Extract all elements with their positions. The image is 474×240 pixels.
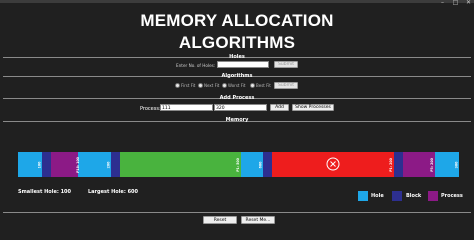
process-size-input[interactable]: 320 (214, 104, 267, 111)
radio-next-fit-label: Next Fit (204, 83, 220, 88)
show-processes-button[interactable]: Show Processes (292, 104, 334, 111)
add-process-button[interactable]: Add (270, 104, 289, 111)
radio-best-fit-label: Best Fit (256, 83, 271, 88)
radio-best-fit[interactable] (250, 83, 255, 88)
memory-process (51, 152, 78, 177)
window-titlebar (0, 0, 474, 3)
close-window-icon[interactable]: ✕ (464, 0, 473, 6)
memory-label: 300 (454, 161, 458, 168)
legend-hole-swatch (358, 191, 368, 201)
smallest-hole-stat: Smallest Hole: 100 (18, 189, 72, 195)
footer-separator (3, 212, 471, 213)
holes-count-input[interactable] (217, 61, 269, 68)
memory-label: P18: 100 (76, 156, 80, 173)
radio-first-fit[interactable] (175, 83, 180, 88)
holes-section-title: Holes (229, 54, 245, 60)
memory-block (263, 152, 272, 177)
holes-prompt: Enter No. of Holes: (176, 63, 216, 68)
memory-block (42, 152, 51, 177)
memory-label: P1: 500 (236, 157, 240, 172)
memory-label: 100 (37, 161, 41, 168)
legend-block-swatch (392, 191, 402, 201)
page-title-line2: ALGORITHMS (178, 33, 296, 52)
legend-hole-label: Hole (371, 193, 384, 199)
page-title-line1: MEMORY ALLOCATION (140, 11, 334, 30)
holes-submit-button[interactable]: Submit (274, 61, 298, 68)
radio-first-fit-label: First Fit (181, 83, 196, 88)
algorithms-section-title: Algorithms (221, 73, 253, 79)
memory-section-title: Memory (225, 117, 249, 123)
legend-block-label: Block (406, 193, 422, 199)
legend-process-swatch (428, 191, 438, 201)
memory-allocated-process (120, 152, 241, 177)
radio-next-fit[interactable] (198, 83, 203, 88)
radio-worst-fit-label: Worst Fit (228, 83, 246, 88)
maximize-icon[interactable]: □ (451, 0, 460, 6)
reset-button[interactable]: Reset (203, 216, 237, 224)
footer (0, 212, 474, 228)
radio-worst-fit[interactable] (222, 83, 227, 88)
minimize-icon[interactable]: – (438, 0, 447, 6)
error-x-icon (326, 157, 340, 171)
process-name-input[interactable]: 111 (160, 104, 213, 111)
memory-block (111, 152, 120, 177)
memory-label: 200 (106, 161, 110, 168)
algorithm-submit-button[interactable]: Submit (274, 82, 298, 89)
legend-process-label: Process (441, 193, 463, 199)
reset-memory-button[interactable]: Reset Me... (241, 216, 275, 224)
memory-label: P1: 200 (389, 157, 393, 172)
memory-label: P3: 200 (430, 157, 434, 172)
memory-block (394, 152, 403, 177)
add-process-section-title: Add Process (219, 95, 255, 101)
memory-label: 600 (258, 161, 262, 168)
largest-hole-stat: Largest Hole: 600 (88, 189, 139, 195)
process-label: Process: (140, 106, 161, 112)
